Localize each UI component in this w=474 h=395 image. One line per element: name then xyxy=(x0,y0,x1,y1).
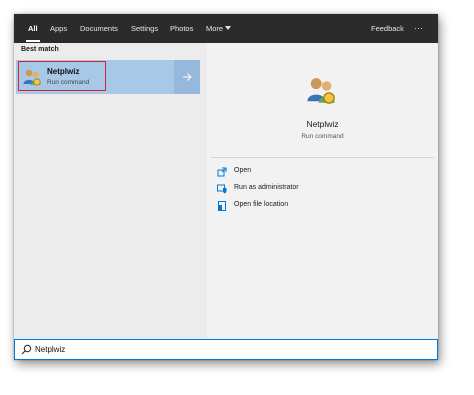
chevron-down-icon xyxy=(225,26,231,30)
users-icon xyxy=(23,69,41,86)
detail-title: Netplwiz xyxy=(306,119,339,129)
tab-all[interactable]: All xyxy=(28,14,38,43)
active-tab-indicator xyxy=(26,40,40,42)
open-file-location-action[interactable]: Open file location xyxy=(217,200,367,214)
open-file-location-label: Open file location xyxy=(234,201,289,208)
divider xyxy=(211,157,434,158)
users-icon xyxy=(307,78,335,104)
search-input[interactable] xyxy=(35,342,415,357)
result-subtitle: Run command xyxy=(47,79,90,86)
result-title: Netplwiz xyxy=(47,67,80,76)
detail-subtitle: Run command xyxy=(301,133,344,140)
search-icon xyxy=(21,344,32,355)
arrow-right-icon xyxy=(183,73,192,81)
open-action-label: Open xyxy=(234,167,252,174)
file-location-icon xyxy=(218,201,226,211)
start-search-window: All Apps Documents Settings Photos More … xyxy=(14,14,438,360)
open-icon xyxy=(217,167,227,177)
best-match-result[interactable]: Netplwiz Run command xyxy=(16,60,174,94)
results-pane: Best match Netplwiz Run command xyxy=(14,43,206,339)
tab-photos[interactable]: Photos xyxy=(170,14,193,43)
shield-admin-icon xyxy=(217,184,227,194)
feedback-button[interactable]: Feedback xyxy=(371,14,404,43)
open-action[interactable]: Open xyxy=(217,166,367,180)
run-as-admin-label: Run as administrator xyxy=(234,184,299,191)
tab-more[interactable]: More xyxy=(206,14,223,43)
tab-documents[interactable]: Documents xyxy=(80,14,118,43)
best-match-header: Best match xyxy=(21,46,59,53)
open-details-button[interactable] xyxy=(174,60,200,94)
run-as-admin-action[interactable]: Run as administrator xyxy=(217,183,367,197)
tab-settings[interactable]: Settings xyxy=(131,14,158,43)
more-options-button[interactable]: ··· xyxy=(414,14,423,43)
filter-tab-bar: All Apps Documents Settings Photos More … xyxy=(14,14,438,43)
details-pane: Netplwiz Run command Open Run as adminis… xyxy=(207,43,438,339)
tab-apps[interactable]: Apps xyxy=(50,14,67,43)
search-box[interactable] xyxy=(14,339,438,360)
